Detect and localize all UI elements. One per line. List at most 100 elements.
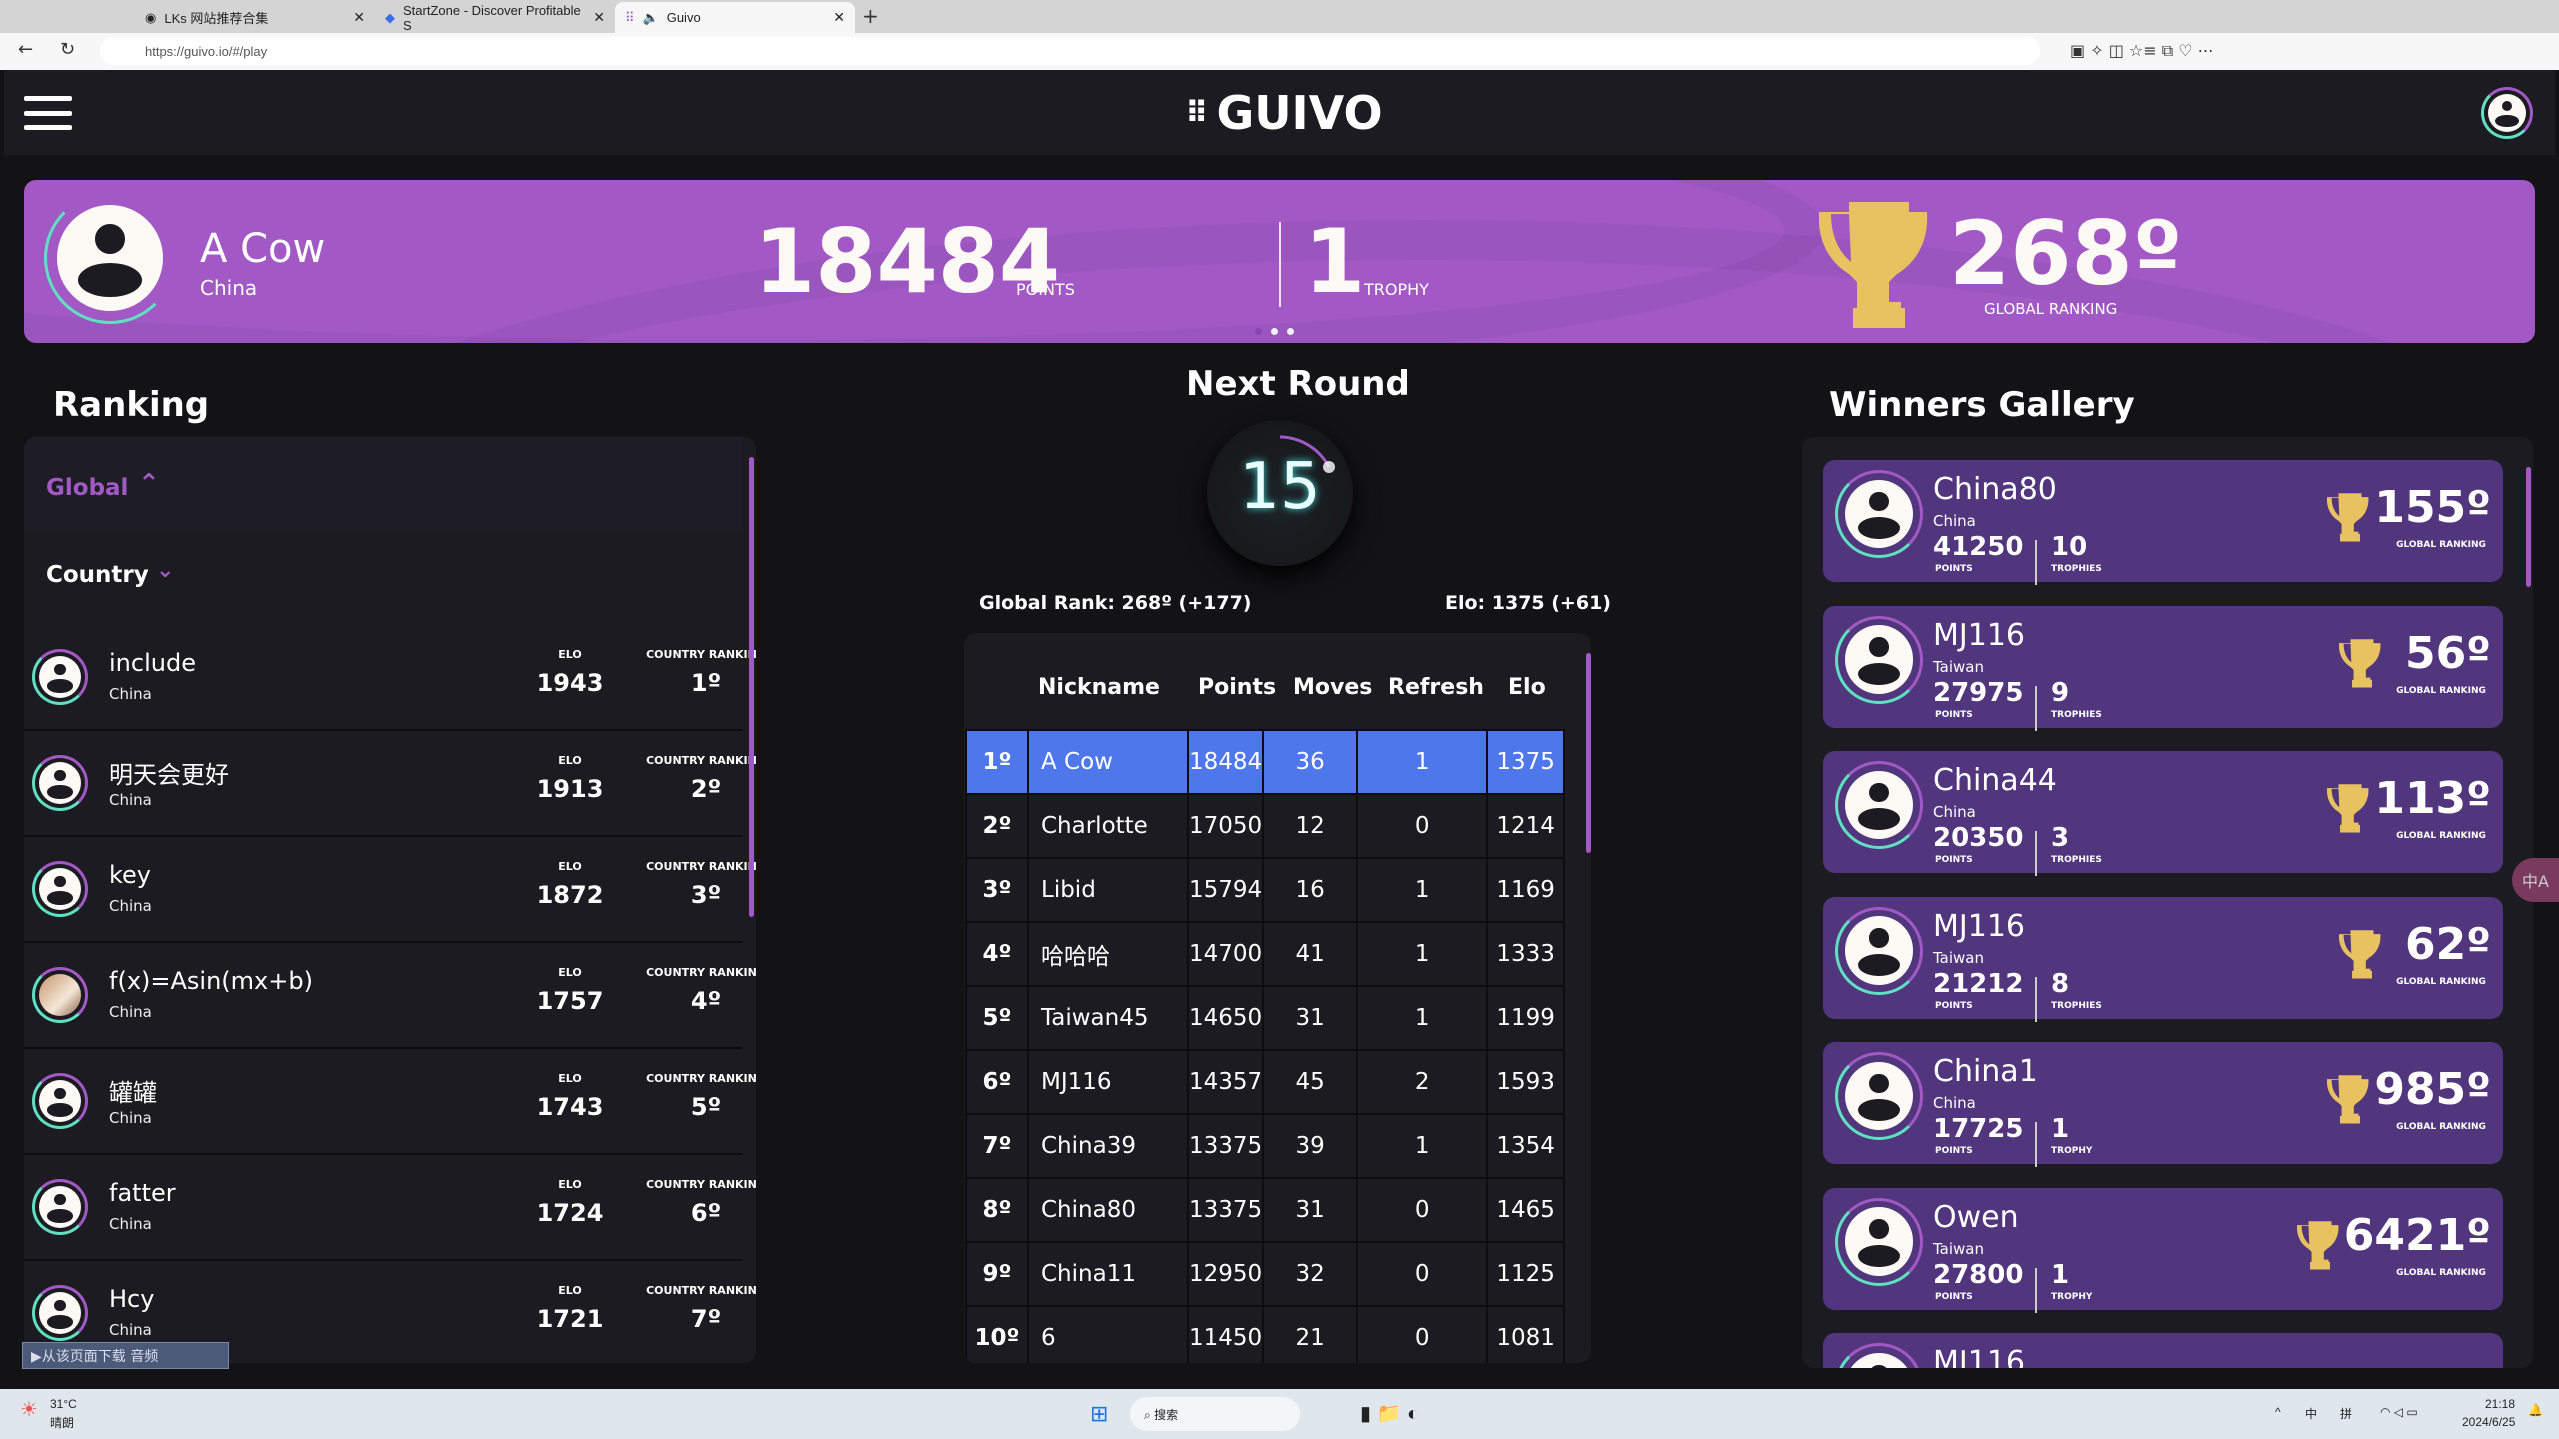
winner-country: Taiwan: [1933, 657, 1985, 676]
menu-icon[interactable]: [24, 96, 72, 130]
nickname-cell: Charlotte: [1027, 793, 1189, 859]
winner-trophies: 8: [2051, 968, 2070, 999]
close-tab-icon[interactable]: ✕: [593, 9, 605, 26]
browser-tab-bar: ◉ LKs 网站推荐合集 ✕ ◆ StartZone - Discover Profi…: [0, 0, 2559, 33]
table-row[interactable]: 10º 6 11450 21 0 1081: [965, 1305, 1566, 1363]
player-name[interactable]: fatter: [109, 1179, 176, 1207]
notification-icon[interactable]: 🔔: [2528, 1403, 2543, 1417]
elo-cell: 1465: [1486, 1177, 1566, 1243]
winner-card[interactable]: MJ116 Taiwan 27975 POINTS 9 TROPHIES 56º GLOBAL…: [1823, 605, 2503, 731]
player-name[interactable]: f(x)=Asin(mx+b): [109, 967, 313, 995]
table-row[interactable]: 7º China39 13375 39 1 1354: [965, 1113, 1566, 1179]
moves-cell: 41: [1262, 921, 1359, 987]
elo-label: ELO: [558, 1178, 582, 1191]
winner-card[interactable]: China80 China 41250 POINTS 10 TROPHIES 155º GLO…: [1823, 460, 2503, 585]
table-row[interactable]: 9º China11 12950 32 0 1125: [965, 1241, 1566, 1307]
table-row[interactable]: 3º Libid 15794 16 1 1169: [965, 857, 1566, 923]
table-row[interactable]: 1º A Cow 18484 36 1 1375: [965, 729, 1566, 795]
player-summary-banner: A Cow China 18484 POINTS 1 TROPHY 268º G…: [24, 180, 2535, 343]
table-row[interactable]: 8º China80 13375 31 0 1465: [965, 1177, 1566, 1243]
refresh-icon[interactable]: ↻: [60, 39, 75, 60]
ranking-list-item[interactable]: fatter China ELO 1724 COUNTRY RANKING 6º: [24, 1155, 756, 1261]
logo[interactable]: ⠿ GUIVO: [1185, 86, 1383, 140]
close-tab-icon[interactable]: ✕: [353, 9, 365, 26]
avatar: [1835, 1343, 1923, 1368]
avatar: [1835, 1052, 1923, 1140]
winner-country: China: [1933, 512, 1976, 530]
clock-date[interactable]: 2024/6/25: [2462, 1415, 2515, 1429]
browser-tab-active[interactable]: ⠿ 🔈 Guivo ✕: [615, 2, 855, 33]
points-label: POINTS: [1935, 1000, 1973, 1011]
col-header-moves[interactable]: Moves: [1293, 675, 1372, 700]
chevron-up-icon: ⌃: [138, 469, 160, 499]
col-header-points[interactable]: Points: [1198, 675, 1276, 700]
trophy-icon: [2326, 1074, 2373, 1128]
trophy-icon: [2338, 929, 2385, 983]
col-header-elo[interactable]: Elo: [1508, 675, 1546, 700]
trophies-label: TROPHIES: [2051, 1000, 2102, 1011]
winner-name: Owen: [1933, 1199, 2019, 1235]
network-volume-battery-icons[interactable]: ◠ ◁ ▭: [2380, 1405, 2418, 1419]
player-country: China: [109, 1109, 152, 1127]
tray-chevron-icon[interactable]: ^: [2275, 1405, 2281, 1419]
country-filter[interactable]: Country ⌄: [24, 530, 742, 625]
browser-extensions-icons[interactable]: ▣ ✧ ◫ ☆≡ ⧉ ♡ ⋯: [2070, 41, 2214, 61]
table-row[interactable]: 2º Charlotte 17050 12 0 1214: [965, 793, 1566, 859]
table-row[interactable]: 6º MJ116 14357 45 2 1593: [965, 1049, 1566, 1115]
table-row[interactable]: 4º 哈哈哈 14700 41 1 1333: [965, 921, 1566, 987]
points-label: POINTS: [1935, 564, 1973, 574]
winner-trophies: 9: [2051, 677, 2070, 708]
close-tab-icon[interactable]: ✕: [833, 9, 845, 26]
refresh-cell: 0: [1356, 793, 1489, 859]
player-name[interactable]: key: [109, 861, 151, 889]
tab-title: StartZone - Discover Profitable S: [403, 2, 581, 33]
ranking-list-item[interactable]: key China ELO 1872 COUNTRY RANKING 3º: [24, 837, 756, 943]
player-country-rank: 7º: [690, 1305, 722, 1333]
player-name[interactable]: include: [109, 649, 196, 677]
ranking-scrollbar[interactable]: [749, 457, 754, 917]
player-name[interactable]: Hcy: [109, 1285, 154, 1313]
elo-cell: 1375: [1486, 729, 1566, 795]
winner-card[interactable]: MJ116: [1823, 1333, 2503, 1368]
avatar: [32, 649, 88, 705]
url-field[interactable]: https://guivo.io/#/play: [100, 37, 2040, 65]
avatar: [1835, 1197, 1923, 1286]
winner-card[interactable]: MJ116 Taiwan 21212 POINTS 8 TROPHIES 62º GLOBAL…: [1823, 896, 2503, 1022]
winner-card[interactable]: Owen Taiwan 27800 POINTS 1 TROPHY 6421º GLOBAL …: [1823, 1187, 2503, 1313]
table-scrollbar[interactable]: [1586, 653, 1591, 853]
player-country-rank: 5º: [690, 1093, 722, 1121]
translate-icon[interactable]: 中A: [2512, 858, 2559, 902]
ime-mode[interactable]: 拼: [2340, 1405, 2352, 1422]
taskbar-apps-icons[interactable]: ▮ 📁 ◐: [1360, 1401, 1419, 1426]
global-filter[interactable]: Global ⌃: [24, 437, 742, 530]
player-name[interactable]: 明天会更好: [109, 755, 229, 790]
col-header-nickname[interactable]: Nickname: [1038, 675, 1160, 700]
carousel-dots[interactable]: [1255, 328, 1294, 335]
elo-cell: 1354: [1486, 1113, 1566, 1179]
speaker-icon[interactable]: 🔈: [643, 10, 659, 26]
col-header-refresh[interactable]: Refresh: [1388, 675, 1484, 700]
ime-indicator[interactable]: 中: [2305, 1405, 2317, 1422]
taskbar-search[interactable]: ⌕ 搜索: [1130, 1397, 1300, 1431]
trophy-label: TROPHY: [1364, 280, 1429, 299]
ranking-list-item[interactable]: include China ELO 1943 COUNTRY RANKING 1º: [24, 625, 756, 731]
points-cell: 17050: [1186, 793, 1265, 859]
gallery-scrollbar[interactable]: [2526, 467, 2531, 587]
audio-download-overlay[interactable]: ▶从该页面下载 音频: [22, 1342, 229, 1369]
moves-cell: 12: [1262, 793, 1359, 859]
start-icon[interactable]: ⊞: [1090, 1401, 1108, 1427]
back-icon[interactable]: ←: [18, 39, 33, 60]
clock-time[interactable]: 21:18: [2485, 1397, 2515, 1411]
new-tab-button[interactable]: +: [862, 4, 879, 28]
player-name[interactable]: 罐罐: [109, 1073, 157, 1108]
winner-card[interactable]: China1 China 17725 POINTS 1 TROPHY 985º GLOBAL …: [1823, 1042, 2503, 1167]
browser-tab[interactable]: ◆ StartZone - Discover Profitable S ✕: [375, 2, 615, 33]
ranking-list-item[interactable]: 明天会更好 China ELO 1913 COUNTRY RANKING 2º: [24, 731, 756, 837]
table-row[interactable]: 5º Taiwan45 14650 31 1 1199: [965, 985, 1566, 1051]
weather-icon[interactable]: ☀: [20, 1397, 38, 1422]
ranking-list-item[interactable]: 罐罐 China ELO 1743 COUNTRY RANKING 5º: [24, 1049, 756, 1155]
winner-card[interactable]: China44 China 20350 POINTS 3 TROPHIES 113º GLOB…: [1823, 751, 2503, 876]
browser-tab[interactable]: ◉ LKs 网站推荐合集 ✕: [135, 2, 375, 33]
profile-avatar-button[interactable]: [2481, 87, 2533, 139]
ranking-list-item[interactable]: f(x)=Asin(mx+b) China ELO 1757 COUNTRY RANKI…: [24, 943, 756, 1049]
